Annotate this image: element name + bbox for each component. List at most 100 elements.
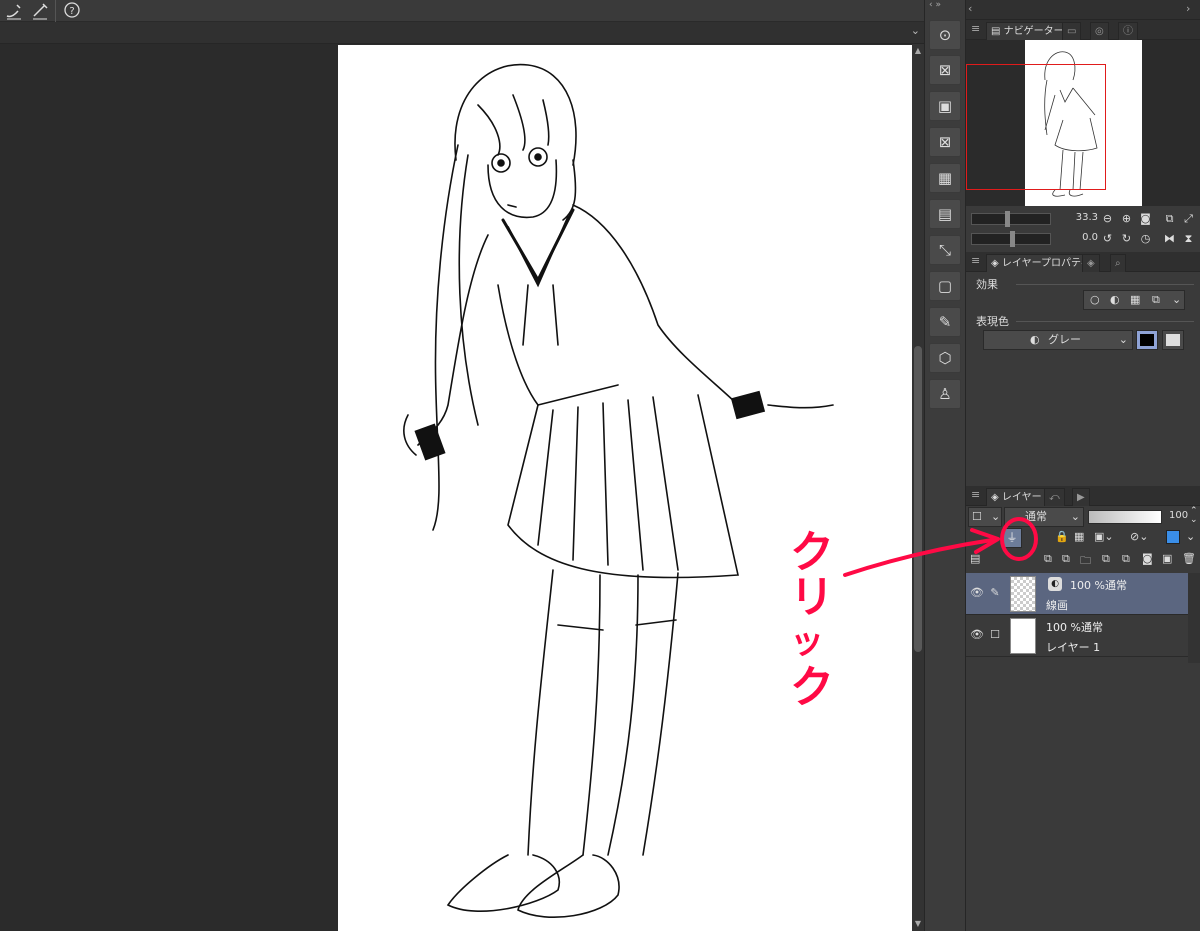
canvas-workspace[interactable] — [0, 44, 912, 931]
tab-layer-property[interactable]: ◈ レイヤープロパティ — [986, 254, 1096, 272]
new-folder-icon[interactable]: 🗀 — [1080, 552, 1091, 571]
effect-buttons[interactable]: ○ ◐ ▦ ⧉ ⌄ — [1083, 290, 1185, 310]
tab-info[interactable]: ⓘ — [1118, 22, 1138, 40]
panel-menu-icon[interactable]: ≡ — [971, 22, 980, 35]
scroll-up-icon[interactable]: ▲ — [913, 46, 923, 56]
chevron-down-icon[interactable]: ⌄ — [911, 24, 920, 37]
opacity-slider[interactable] — [1088, 510, 1162, 524]
chevron-down-icon[interactable]: ⌄ — [1186, 530, 1195, 543]
tab-history[interactable]: ⤺ — [1044, 488, 1065, 506]
lock-icon[interactable]: 🔒 — [1055, 530, 1069, 543]
zoom-slider[interactable] — [971, 211, 1051, 227]
mask-icon[interactable]: ▣⌄ — [1094, 530, 1114, 543]
panel-menu-icon[interactable]: ≡ — [971, 254, 980, 267]
annotation-char: リ — [790, 572, 834, 623]
save-icon[interactable]: ▣ — [929, 91, 961, 121]
lock-transparent-icon[interactable]: ▦ — [1074, 530, 1084, 543]
tab-search-2[interactable]: ⌕ — [1110, 254, 1126, 272]
chevron-left-icon[interactable]: ‹ — [968, 2, 972, 15]
panel-menu-icon[interactable]: ≡ — [971, 488, 980, 501]
fit-view-icon[interactable]: ⧉ — [1162, 211, 1177, 226]
new-vector-layer-icon[interactable]: ⧉ — [1062, 552, 1070, 566]
rotate-left-icon[interactable]: ↺ — [1100, 231, 1115, 246]
chevron-down-icon[interactable]: ⌄ — [1172, 291, 1181, 309]
sub-color-swatch[interactable] — [1162, 330, 1184, 350]
chevron-down-icon[interactable]: ⌄ — [991, 508, 1000, 526]
pen-curve-icon[interactable] — [4, 1, 24, 21]
navigator-view-frame[interactable] — [966, 64, 1106, 190]
scroll-thumb[interactable] — [914, 346, 922, 652]
rotate-slider[interactable] — [971, 231, 1051, 247]
zoom-slider-row: 33.3 ⊖ ⊕ ◙ ⧉ ⤢ — [966, 210, 1200, 228]
rotate-slider-knob[interactable] — [1010, 231, 1015, 247]
help-icon[interactable]: ? — [62, 1, 82, 21]
transfer-layer-icon[interactable]: ⧉ — [1102, 552, 1110, 566]
command-bar: ‹ » ⊙ ⊠ ▣ ⊠ ▦ ▤ ⤡ ▢ ✎ ⬡ ♙ — [924, 0, 966, 931]
layer-thumbnail — [1010, 618, 1036, 654]
tab-navigator[interactable]: ▤ ナビゲーター — [986, 22, 1069, 40]
annotation-char: ッ — [790, 622, 824, 662]
border-effect-icon[interactable]: ○ — [1090, 291, 1100, 309]
layer-color-icon[interactable]: ⧉ — [1152, 291, 1160, 309]
zoom-in-icon[interactable]: ⊕ — [1119, 211, 1134, 226]
tone-effect-icon[interactable]: ◐ — [1110, 291, 1120, 309]
expression-color-value: グレー — [1048, 333, 1081, 346]
layer-row-layer1[interactable]: 👁 ☐ 100 %通常 レイヤー 1 — [966, 615, 1188, 657]
tab-auto-action[interactable]: ▶ — [1072, 488, 1090, 506]
main-color-swatch[interactable] — [1136, 330, 1158, 350]
flip-vertical-icon[interactable]: ⧗ — [1181, 231, 1196, 246]
close-file-icon[interactable]: ⊠ — [929, 55, 961, 85]
eye-icon[interactable]: 👁 — [969, 628, 985, 642]
opacity-stepper-icon[interactable]: ⌃ ⌄ — [1190, 507, 1198, 525]
combine-layer-icon[interactable]: ⧉ — [1122, 552, 1130, 566]
eye-icon[interactable]: 👁 — [969, 586, 985, 600]
pen-edit-icon[interactable]: ✎ — [988, 586, 1002, 600]
blend-mode-select[interactable]: 通常 ⌄ — [1004, 507, 1084, 527]
tab-search[interactable]: ◎ — [1090, 22, 1109, 40]
edit-icon[interactable]: ✎ — [929, 307, 961, 337]
new-raster-layer-icon[interactable]: ⧉ — [1044, 552, 1052, 566]
chevron-down-icon[interactable]: ⌄ — [1119, 331, 1128, 349]
apply-mask-icon[interactable]: ▣ — [1162, 552, 1172, 565]
layer-list-icon[interactable]: ▤ — [970, 552, 980, 565]
navigator-preview[interactable] — [966, 40, 1200, 206]
blend-lock-toggle[interactable]: ☐ ⌄ — [968, 507, 1002, 527]
pen-line-icon[interactable] — [30, 1, 50, 21]
layer-color-swatch[interactable] — [1166, 530, 1180, 544]
reference-layer-icon[interactable]: ⊘⌄ — [1130, 530, 1148, 543]
layer-row-lineart[interactable]: 👁 ✎ ◐ 100 %通常 線画 — [966, 573, 1188, 615]
cursor-icon[interactable]: ⊙ — [929, 20, 961, 50]
template-icon[interactable]: ▤ — [929, 199, 961, 229]
3d-object-icon[interactable]: ⬡ — [929, 343, 961, 373]
scroll-down-icon[interactable]: ▼ — [913, 919, 923, 929]
tab-layer-search[interactable]: ◈ — [1082, 254, 1100, 272]
delete-icon[interactable]: ⊠ — [929, 127, 961, 157]
stop-icon[interactable]: ◙ — [1138, 211, 1153, 226]
chevron-right-icon[interactable]: › — [1186, 2, 1190, 15]
expression-color-select[interactable]: ◐ グレー ⌄ — [983, 330, 1133, 350]
layer-checkbox[interactable]: ☐ — [988, 628, 1002, 642]
rotate-right-icon[interactable]: ↻ — [1119, 231, 1134, 246]
tool-property-bar: ⌄ — [0, 22, 924, 44]
zoom-out-icon[interactable]: ⊖ — [1100, 211, 1115, 226]
clip-layer-icon[interactable]: ⏚ — [1002, 528, 1022, 548]
flip-horizontal-icon[interactable]: ⧓ — [1162, 231, 1177, 246]
trash-icon[interactable]: 🗑 — [1182, 552, 1196, 565]
fullscreen-icon[interactable]: ⤢ — [1181, 211, 1196, 226]
figure-icon[interactable]: ♙ — [929, 379, 961, 409]
tab-sub-view[interactable]: ▭ — [1062, 22, 1082, 40]
create-mask-icon[interactable]: ◙ — [1142, 552, 1153, 565]
canvas-paper[interactable] — [338, 45, 912, 931]
toolbar-divider — [55, 0, 56, 22]
vertical-scrollbar[interactable]: ▲ ▼ — [912, 44, 924, 931]
crop-icon[interactable]: ⤡ — [929, 235, 961, 265]
frame-icon[interactable]: ▢ — [929, 271, 961, 301]
tone-pattern-icon[interactable]: ▦ — [1130, 291, 1140, 309]
zoom-slider-knob[interactable] — [1005, 211, 1010, 227]
blend-mode-value: 通常 — [1025, 510, 1047, 523]
reset-rotation-icon[interactable]: ◷ — [1138, 231, 1153, 246]
top-toolbar: ? — [0, 0, 924, 22]
chevron-down-icon[interactable]: ⌄ — [1071, 508, 1080, 526]
checker-icon[interactable]: ▦ — [929, 163, 961, 193]
tab-layer[interactable]: ◈ レイヤー — [986, 488, 1047, 506]
